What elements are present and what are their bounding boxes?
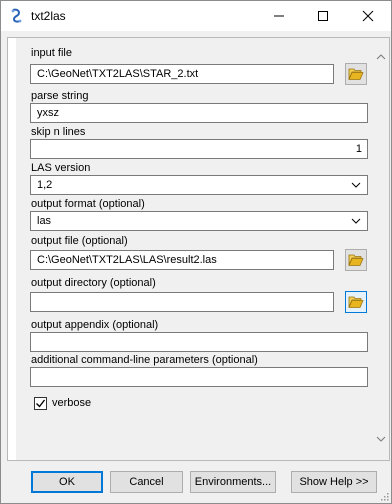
window-title: txt2las [31,9,66,23]
title-bar[interactable]: txt2las [1,1,391,31]
output-file-browse-button[interactable] [345,249,367,271]
parameters-panel: input file C:\GeoNet\TXT2LAS\STAR_2.txt … [7,37,390,461]
minimize-button[interactable] [257,1,301,31]
close-icon [362,10,374,22]
parse-string-field[interactable]: yxsz [30,103,368,123]
folder-open-icon [348,68,364,80]
output-format-label: output format (optional) [31,198,145,210]
output-file-label: output file (optional) [31,235,128,247]
checkmark-icon [36,399,46,408]
verbose-label: verbose [52,397,92,409]
skip-n-lines-label: skip n lines [31,126,86,138]
maximize-icon [318,11,328,21]
output-file-field[interactable]: C:\GeoNet\TXT2LAS\LAS\result2.las [30,250,334,270]
input-file-browse-button[interactable] [345,63,367,85]
show-help-button[interactable]: Show Help >> [291,471,377,493]
resize-grip-icon[interactable] [379,491,389,501]
output-format-value: las [37,215,52,227]
output-directory-field[interactable] [30,292,334,312]
chevron-down-icon [351,218,361,224]
maximize-button[interactable] [301,1,345,31]
parse-string-label: parse string [31,90,89,102]
chevron-down-icon [351,182,361,188]
las-version-label: LAS version [31,162,91,174]
folder-open-icon [348,296,364,308]
vertical-scrollbar[interactable] [373,38,389,460]
dialog-window: txt2las input file C:\GeoNet\TXT2LAS\STA… [0,0,392,504]
scroll-up-icon [376,54,386,60]
output-directory-browse-button[interactable] [345,291,367,313]
verbose-option[interactable]: verbose [34,396,91,410]
input-file-field[interactable]: C:\GeoNet\TXT2LAS\STAR_2.txt [30,64,334,84]
skip-n-lines-field[interactable]: 1 [30,139,368,159]
input-file-label: input file [31,47,72,59]
close-button[interactable] [346,1,390,31]
ok-button[interactable]: OK [31,471,103,493]
scroll-down-icon [376,436,386,442]
additional-params-label: additional command-line parameters (opti… [31,354,258,366]
parameters-form: input file C:\GeoNet\TXT2LAS\STAR_2.txt … [16,38,373,460]
verbose-checkbox[interactable] [34,396,47,410]
output-appendix-field[interactable] [30,332,368,352]
additional-params-field[interactable] [30,367,368,387]
output-directory-label: output directory (optional) [31,277,156,289]
script-icon [9,8,25,24]
las-version-select[interactable]: 1,2 [30,175,368,195]
environments-button[interactable]: Environments... [190,471,276,493]
output-appendix-label: output appendix (optional) [31,319,159,331]
folder-open-icon [348,254,364,266]
cancel-button[interactable]: Cancel [110,471,183,493]
minimize-icon [274,15,284,17]
las-version-value: 1,2 [37,179,53,191]
output-format-select[interactable]: las [30,211,368,231]
